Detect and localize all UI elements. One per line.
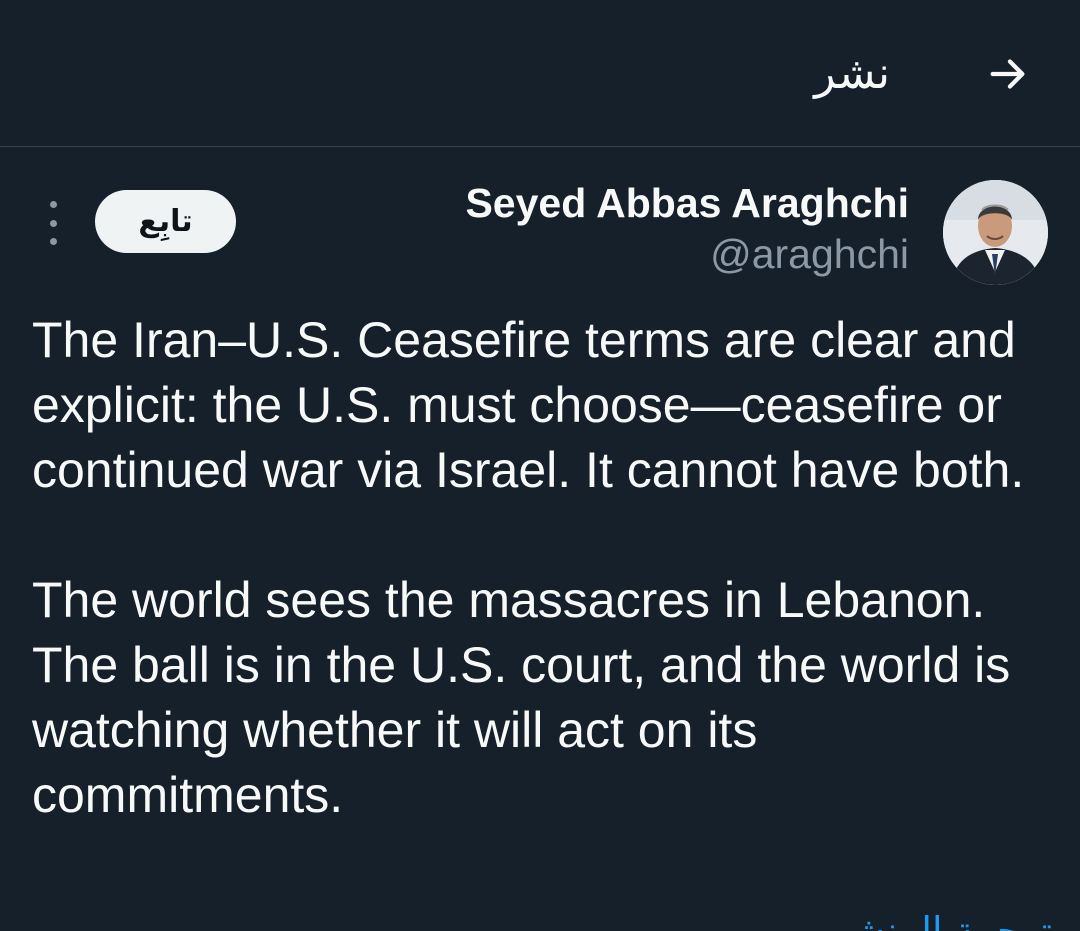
dot xyxy=(49,238,57,245)
vertical-dots-icon[interactable] xyxy=(40,201,66,245)
author-display-name[interactable]: Seyed Abbas Araghchi xyxy=(465,177,909,229)
profile-photo xyxy=(943,180,1048,285)
page-title: نشر xyxy=(814,48,890,99)
tweet-paragraph: The world sees the massacres in Lebanon.… xyxy=(32,572,1011,823)
dot xyxy=(49,201,57,208)
avatar[interactable] xyxy=(943,180,1048,285)
back-button[interactable] xyxy=(980,46,1036,102)
follow-button[interactable]: تابِع xyxy=(95,190,236,253)
translate-post-link[interactable]: ترجمة المنشور xyxy=(815,906,1052,931)
arrow-right-icon xyxy=(990,59,1025,89)
tweet-detail-page: نشر Seyed Abbas Araghchi @araghchi تابِع xyxy=(0,0,1080,931)
tweet-paragraph: The Iran–U.S. Ceasefire terms are clear … xyxy=(32,312,1025,498)
dot xyxy=(49,219,57,227)
tweet-text: The Iran–U.S. Ceasefire terms are clear … xyxy=(32,308,1052,828)
top-bar: نشر xyxy=(0,0,1080,147)
author-row: Seyed Abbas Araghchi @araghchi تابِع xyxy=(0,147,1080,297)
author-handle[interactable]: @araghchi xyxy=(710,229,909,279)
